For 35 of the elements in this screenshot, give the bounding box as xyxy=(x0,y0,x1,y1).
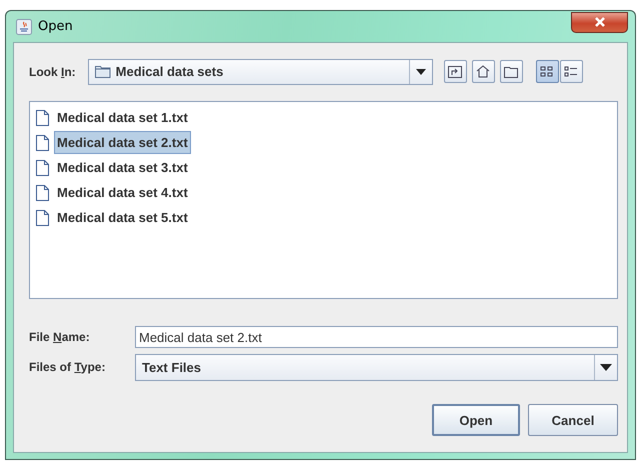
file-icon xyxy=(36,210,49,226)
file-item[interactable]: Medical data set 3.txt xyxy=(54,156,191,179)
file-type-dropdown[interactable]: Text Files xyxy=(135,354,618,380)
look-in-dropdown[interactable]: Medical data sets xyxy=(88,58,433,84)
file-name-label: File Name: xyxy=(29,330,91,344)
file-item[interactable]: Medical data set 2.txt xyxy=(54,131,191,154)
new-folder-button[interactable] xyxy=(500,60,523,83)
file-item[interactable]: Medical data set 5.txt xyxy=(54,206,191,229)
folder-icon xyxy=(94,65,111,78)
thumbnails-icon xyxy=(540,66,554,78)
cancel-button[interactable]: Cancel xyxy=(528,404,618,436)
caret-icon xyxy=(416,68,426,74)
up-folder-button[interactable] xyxy=(444,60,467,83)
file-item[interactable]: Medical data set 1.txt xyxy=(54,106,191,129)
file-type-label: Files of Type: xyxy=(29,360,106,374)
caret-icon xyxy=(600,364,612,370)
close-icon xyxy=(594,17,606,27)
home-icon xyxy=(476,65,490,78)
file-icon xyxy=(36,110,49,126)
folder-icon xyxy=(504,66,518,78)
details-icon xyxy=(564,66,578,78)
window-title: Open xyxy=(38,19,73,34)
file-item[interactable]: Medical data set 4.txt xyxy=(54,181,191,204)
file-name-field[interactable]: Medical data set 2.txt xyxy=(135,326,618,348)
close-button[interactable] xyxy=(571,12,628,32)
list-view-button[interactable] xyxy=(536,60,559,83)
details-view-button[interactable] xyxy=(560,60,583,83)
file-icon xyxy=(36,184,49,200)
app-icon xyxy=(16,18,32,34)
file-icon xyxy=(36,134,49,150)
up-folder-icon xyxy=(448,66,462,78)
file-icon xyxy=(36,160,49,176)
home-button[interactable] xyxy=(472,60,495,83)
look-in-label: Look In: xyxy=(29,64,76,78)
open-button[interactable]: Open xyxy=(432,404,520,436)
